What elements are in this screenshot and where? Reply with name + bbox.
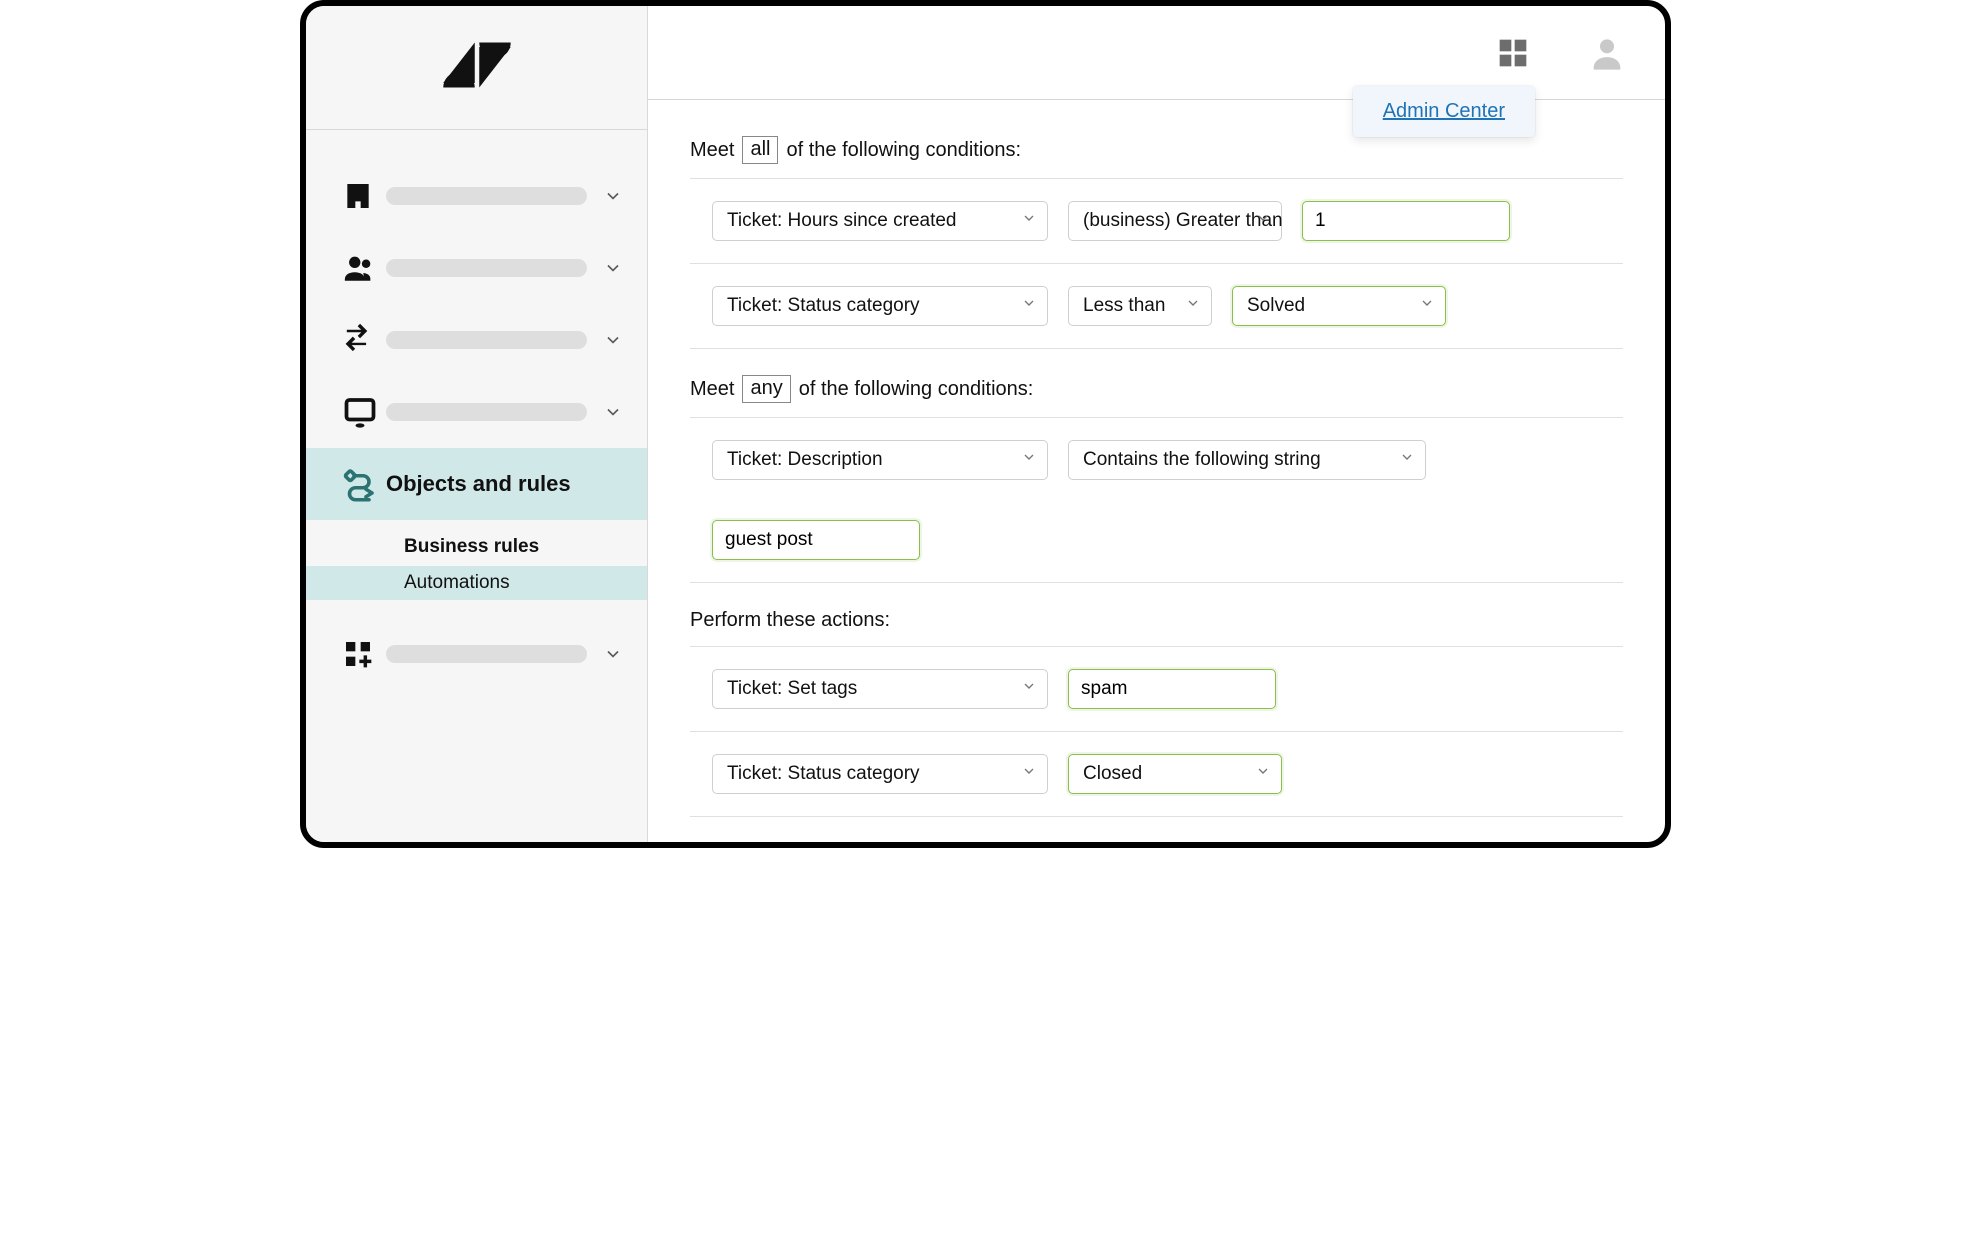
actions-header: Perform these actions:: [690, 609, 1623, 632]
select-value: Less than: [1083, 295, 1165, 317]
chevron-down-icon: [1419, 295, 1435, 317]
user-profile-icon[interactable]: [1585, 31, 1629, 75]
chevron-down-icon: [601, 256, 625, 280]
sidebar-placeholder: [386, 645, 587, 663]
meet-any-header: Meet any of the following conditions:: [690, 375, 1623, 403]
zendesk-logo-icon: [441, 37, 513, 98]
footer: Create automation: [690, 817, 1623, 842]
sidebar-item-objects-and-rules[interactable]: Objects and rules: [306, 448, 647, 520]
monitor-icon: [342, 394, 386, 430]
action-field-select[interactable]: Ticket: Status category: [712, 754, 1048, 794]
chevron-down-icon: [1185, 295, 1201, 317]
sidebar-item-6[interactable]: [306, 618, 647, 690]
meet-all-prefix: Meet: [690, 139, 734, 162]
admin-center-label: Admin Center: [1383, 100, 1505, 122]
select-value: Closed: [1083, 763, 1142, 785]
meet-all-suffix: of the following conditions:: [786, 139, 1021, 162]
chevron-down-icon: [601, 400, 625, 424]
chevron-down-icon: [601, 184, 625, 208]
chevron-down-icon: [1021, 295, 1037, 317]
select-value: Ticket: Status category: [727, 763, 920, 785]
meet-all-header: Meet all of the following conditions:: [690, 136, 1623, 164]
select-value: Ticket: Description: [727, 449, 883, 471]
content: Meet all of the following conditions: Ti…: [648, 100, 1665, 842]
apps-grid-icon[interactable]: [1491, 31, 1535, 75]
action-row-1: Ticket: Status category Closed: [690, 732, 1623, 817]
select-value: Ticket: Hours since created: [727, 210, 957, 232]
chevron-down-icon: [601, 328, 625, 352]
people-icon: [342, 251, 386, 285]
chevron-down-icon: [1399, 449, 1415, 471]
sidebar-placeholder: [386, 187, 587, 205]
action-value-input[interactable]: [1068, 669, 1276, 709]
select-value: (business) Greater than: [1083, 210, 1283, 232]
condition-operator-select[interactable]: Contains the following string: [1068, 440, 1426, 480]
chevron-down-icon: [1021, 763, 1037, 785]
condition-field-select[interactable]: Ticket: Description: [712, 440, 1048, 480]
chevron-down-icon: [601, 642, 625, 666]
sidebar-nav: Objects and rules Business rules Automat…: [306, 130, 647, 690]
sidebar-placeholder: [386, 403, 587, 421]
condition-value-select[interactable]: Solved: [1232, 286, 1446, 326]
condition-field-select[interactable]: Ticket: Hours since created: [712, 201, 1048, 241]
condition-operator-select[interactable]: Less than: [1068, 286, 1212, 326]
condition-any-row-0: Ticket: Description Contains the followi…: [690, 418, 1623, 583]
sidebar-placeholder: [386, 331, 587, 349]
action-value-select[interactable]: Closed: [1068, 754, 1282, 794]
chevron-down-icon: [1255, 210, 1271, 232]
actions-label: Perform these actions:: [690, 609, 890, 632]
app-frame: Objects and rules Business rules Automat…: [300, 0, 1671, 848]
sidebar-item-4[interactable]: [306, 376, 647, 448]
condition-all-row-0: Ticket: Hours since created (business) G…: [690, 179, 1623, 264]
sidebar-placeholder: [386, 259, 587, 277]
main: Admin Center Meet all of the following c…: [648, 6, 1665, 842]
sidebar-item-1[interactable]: [306, 160, 647, 232]
arrows-horizontal-icon: [342, 323, 386, 357]
subnav-item-automations[interactable]: Automations: [306, 566, 647, 600]
condition-value-input[interactable]: [1302, 201, 1510, 241]
condition-field-select[interactable]: Ticket: Status category: [712, 286, 1048, 326]
admin-center-chip[interactable]: Admin Center: [1353, 86, 1535, 137]
subnav-group-business-rules[interactable]: Business rules: [306, 528, 647, 566]
chevron-down-icon: [1021, 678, 1037, 700]
meet-any-prefix: Meet: [690, 378, 734, 401]
meet-all-badge: all: [742, 136, 778, 164]
action-field-select[interactable]: Ticket: Set tags: [712, 669, 1048, 709]
sidebar-item-2[interactable]: [306, 232, 647, 304]
chevron-down-icon: [1255, 763, 1271, 785]
logo-area: [306, 6, 647, 130]
apps-add-icon: [342, 638, 386, 670]
select-value: Ticket: Status category: [727, 295, 920, 317]
meet-any-suffix: of the following conditions:: [799, 378, 1034, 401]
sidebar-subnav: Business rules Automations: [306, 520, 647, 618]
sidebar-item-3[interactable]: [306, 304, 647, 376]
condition-operator-select[interactable]: (business) Greater than: [1068, 201, 1282, 241]
action-row-0: Ticket: Set tags: [690, 647, 1623, 732]
select-value: Contains the following string: [1083, 449, 1321, 471]
condition-all-row-1: Ticket: Status category Less than Solved: [690, 264, 1623, 349]
sidebar-item-label: Objects and rules: [386, 471, 625, 497]
select-value: Solved: [1247, 295, 1305, 317]
sidebar: Objects and rules Business rules Automat…: [306, 6, 648, 842]
condition-value-input[interactable]: [712, 520, 920, 560]
meet-any-badge: any: [742, 375, 790, 403]
chevron-down-icon: [1021, 449, 1037, 471]
building-icon: [342, 180, 386, 212]
workflow-icon: [342, 466, 386, 502]
select-value: Ticket: Set tags: [727, 678, 857, 700]
chevron-down-icon: [1021, 210, 1037, 232]
